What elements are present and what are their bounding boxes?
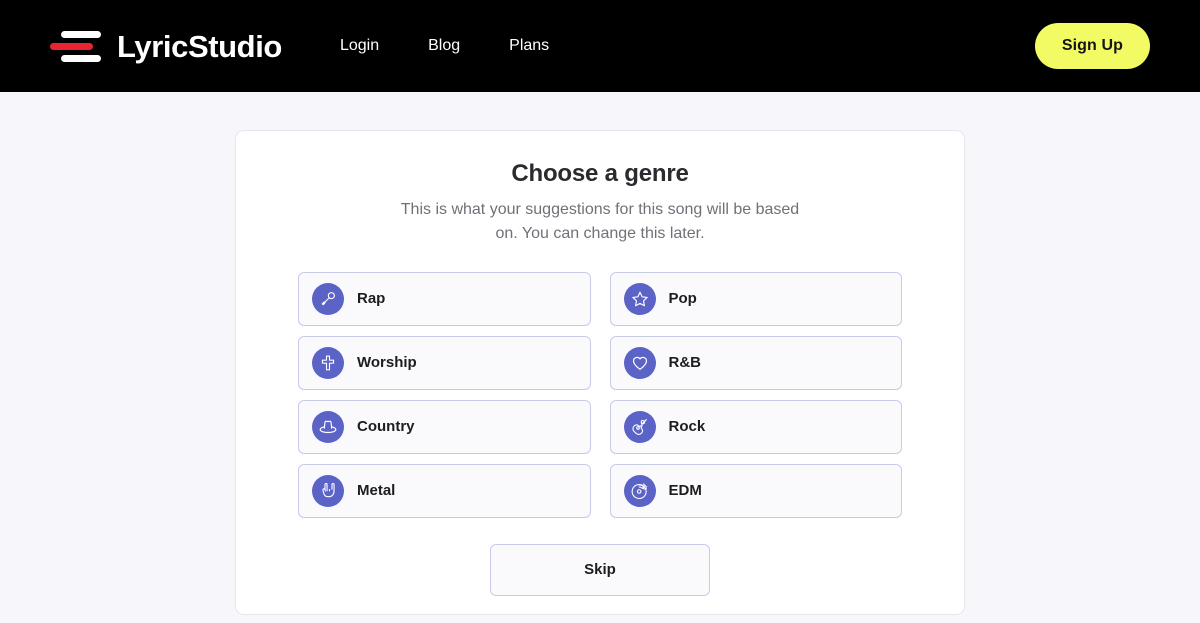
nav-link-login[interactable]: Login: [340, 38, 379, 54]
heart-icon: [623, 346, 656, 379]
page-body: Choose a genre This is what your suggest…: [0, 92, 1200, 623]
page-title: Choose a genre: [511, 160, 689, 187]
skip-row: Skip: [298, 543, 902, 596]
genre-option-rnb[interactable]: R&B: [609, 335, 902, 390]
skip-button[interactable]: Skip: [490, 543, 710, 596]
sign-up-button[interactable]: Sign Up: [1034, 23, 1150, 69]
genre-label: Worship: [357, 354, 417, 372]
nav-link-plans[interactable]: Plans: [509, 38, 549, 54]
microphone-icon: [312, 282, 344, 315]
nav-link-blog[interactable]: Blog: [428, 38, 460, 54]
genre-label: Country: [357, 418, 415, 436]
genre-option-pop[interactable]: Pop: [609, 271, 902, 326]
genre-grid: Rap Pop Worship R&B Country Rock Metal E…: [298, 271, 902, 518]
genre-option-rap[interactable]: Rap: [298, 271, 591, 326]
turntable-icon: [623, 474, 656, 507]
genre-option-edm[interactable]: EDM: [609, 463, 902, 518]
lyricstudio-bars-logo-icon: [50, 29, 101, 63]
star-icon: [623, 282, 656, 315]
genre-option-rock[interactable]: Rock: [609, 399, 902, 454]
genre-label: Rap: [357, 290, 386, 308]
genre-label: R&B: [668, 354, 702, 372]
brand-name: LyricStudio: [117, 28, 282, 64]
logo-bar-middle: [50, 42, 93, 50]
genre-option-worship[interactable]: Worship: [298, 335, 591, 390]
genre-label: Rock: [668, 418, 706, 436]
card-subtitle: This is what your suggestions for this s…: [400, 201, 800, 242]
logo-bar-bottom: [61, 54, 101, 62]
cross-icon: [312, 346, 344, 379]
genre-label: Metal: [357, 482, 396, 500]
genre-label: Pop: [668, 290, 697, 308]
guitar-icon: [623, 410, 656, 443]
choose-genre-card: Choose a genre This is what your suggest…: [235, 130, 965, 615]
rock-hand-icon: [312, 474, 344, 507]
main-nav: Login Blog Plans: [340, 38, 549, 54]
brand-logo[interactable]: LyricStudio: [50, 29, 282, 63]
top-navigation-bar: LyricStudio Login Blog Plans Sign Up: [0, 0, 1200, 92]
genre-label: EDM: [668, 482, 702, 500]
logo-bar-top: [61, 30, 101, 38]
genre-option-country[interactable]: Country: [298, 399, 591, 454]
genre-option-metal[interactable]: Metal: [298, 463, 591, 518]
cowboy-hat-icon: [312, 410, 344, 443]
